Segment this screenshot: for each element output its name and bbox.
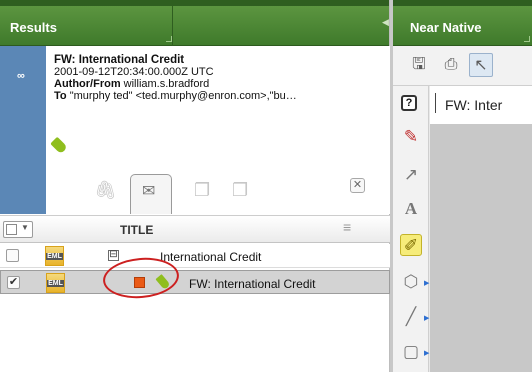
annotation-toolbar: ✎ ↗ A ✐ ⬡ ▶ ╱ ▶ ▢ ▶ bbox=[393, 86, 429, 372]
file-type-label: EML bbox=[46, 253, 63, 260]
table-row-selected[interactable]: ✔ EML FW: International Credit bbox=[0, 270, 390, 294]
arrow-tool-icon[interactable]: ↗ bbox=[400, 164, 422, 186]
copies-icon[interactable]: ❐ bbox=[232, 180, 248, 201]
document-card[interactable]: ∞ FW: International Credit 2001-09-12T20… bbox=[0, 46, 390, 214]
link-icon[interactable]: ∞ bbox=[17, 70, 25, 82]
title-column-header[interactable]: TITLE bbox=[120, 223, 153, 237]
header-divider bbox=[172, 6, 173, 46]
redact-tool-icon[interactable]: ✎ bbox=[400, 126, 422, 148]
chevron-down-icon[interactable]: ▼ bbox=[21, 223, 29, 232]
polygon-tool-icon[interactable]: ⬡ bbox=[400, 271, 422, 293]
resize-grip-icon[interactable] bbox=[524, 36, 530, 42]
viewer-title: Near Native bbox=[410, 20, 482, 35]
eml-file-icon: EML bbox=[46, 273, 65, 293]
document-recipients: To "murphy ted" <ted.murphy@enron.com>,"… bbox=[54, 90, 384, 102]
viewer-header: Near Native bbox=[393, 0, 532, 46]
print-icon[interactable]: ⎙ bbox=[439, 53, 463, 77]
author-label: Author/From bbox=[54, 78, 121, 90]
viewer-toolbar: 🖫 ⎙ ↖ bbox=[393, 46, 532, 86]
rectangle-options-icon[interactable]: ▶ bbox=[424, 349, 429, 357]
attachment-icon[interactable]: 🖇 bbox=[94, 180, 117, 201]
eml-file-icon: EML bbox=[45, 246, 64, 266]
results-title: Results bbox=[10, 20, 57, 35]
text-tool-icon[interactable]: A bbox=[400, 198, 422, 220]
rectangle-tool-icon[interactable]: ▢ bbox=[400, 341, 422, 363]
pointer-tool-icon[interactable]: ↖ bbox=[469, 53, 493, 77]
row-checkbox[interactable] bbox=[6, 249, 19, 262]
row-checkbox-checked[interactable]: ✔ bbox=[7, 276, 20, 289]
document-timestamp: 2001-09-12T20:34:00.000Z UTC bbox=[54, 66, 214, 78]
document-viewer-area[interactable] bbox=[430, 86, 532, 372]
title-divider bbox=[435, 93, 436, 113]
card-side-strip: ∞ bbox=[0, 46, 46, 214]
to-label: To bbox=[54, 90, 67, 102]
document-subject: FW: International Credit bbox=[54, 54, 185, 66]
column-menu-icon[interactable]: ≡ bbox=[343, 219, 351, 235]
close-card-button[interactable]: ✕ bbox=[350, 178, 365, 193]
duplicates-icon[interactable]: ❐ bbox=[194, 180, 210, 201]
select-all-checkbox[interactable] bbox=[6, 224, 17, 235]
row-title: International Credit bbox=[160, 250, 262, 264]
document-metadata: FW: International Credit 2001-09-12T20:3… bbox=[54, 54, 384, 102]
author-value: william.s.bradford bbox=[123, 78, 210, 90]
viewer-pane: Near Native 🖫 ⎙ ↖ ✎ ↗ A ✐ ⬡ ▶ ╱ ▶ ▢ ▶ ? … bbox=[390, 0, 532, 372]
document-author: Author/From william.s.bradford bbox=[54, 78, 384, 90]
results-pane: Results ◀ ∞ FW: International Credit 200… bbox=[0, 0, 390, 372]
highlighter-tool-icon[interactable]: ✐ bbox=[400, 234, 422, 256]
help-icon[interactable]: ? bbox=[401, 95, 417, 111]
collapse-icon[interactable]: ⊟ bbox=[108, 250, 119, 261]
grid-header: ▼ TITLE ≡ bbox=[0, 215, 390, 243]
email-tab-icon: ✉ bbox=[142, 183, 156, 200]
card-tabs: 🖇 ✉ ❐ ❐ ✕ bbox=[90, 174, 390, 214]
document-title: FW: Inter bbox=[445, 97, 503, 113]
table-row[interactable]: EML ⊟ International Credit bbox=[0, 244, 390, 268]
email-view-tab[interactable]: ✉ bbox=[130, 174, 172, 214]
to-value: "murphy ted" <ted.murphy@enron.com>,"bu… bbox=[69, 90, 297, 102]
pen-tool-icon[interactable]: ╱ bbox=[400, 306, 422, 328]
row-title: FW: International Credit bbox=[189, 277, 316, 291]
save-icon[interactable]: 🖫 bbox=[407, 53, 431, 77]
pen-options-icon[interactable]: ▶ bbox=[424, 314, 429, 322]
collapse-left-icon[interactable]: ◀ bbox=[382, 17, 389, 28]
results-header: Results ◀ bbox=[0, 0, 389, 46]
select-all-dropdown[interactable]: ▼ bbox=[3, 221, 33, 238]
resize-grip-icon[interactable] bbox=[166, 36, 172, 42]
file-type-label: EML bbox=[47, 280, 64, 287]
polygon-options-icon[interactable]: ▶ bbox=[424, 279, 429, 287]
green-tag-icon[interactable] bbox=[50, 136, 68, 155]
